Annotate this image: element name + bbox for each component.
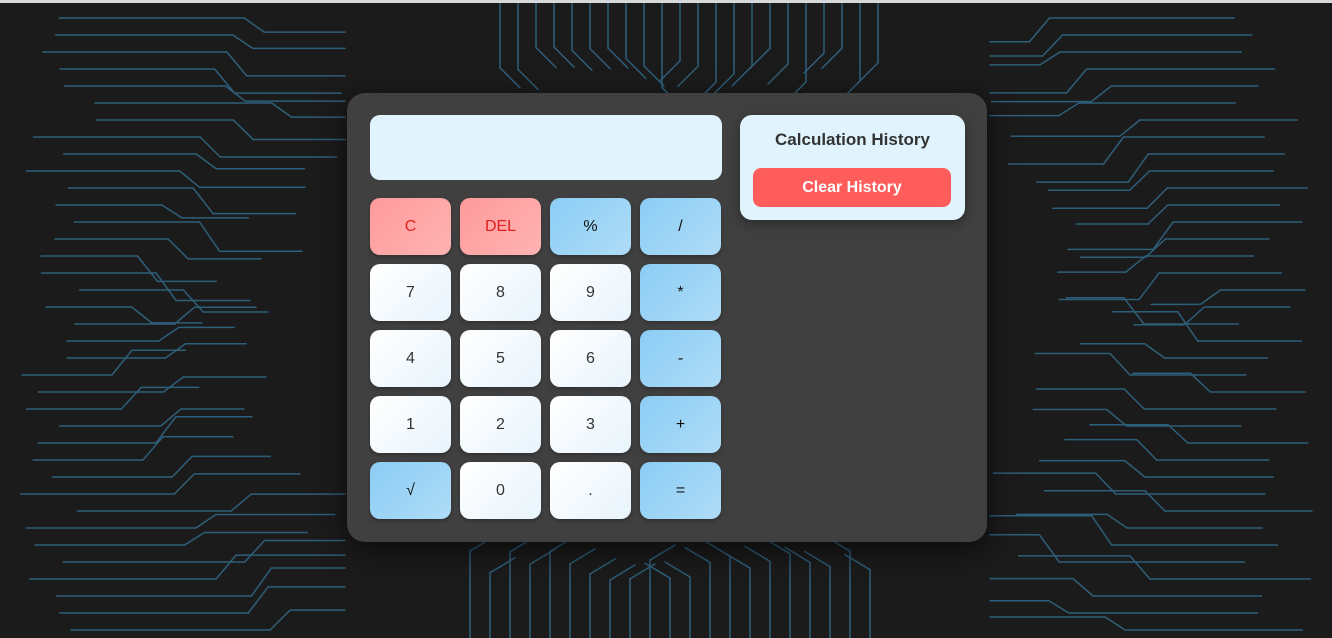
- clear-history-button[interactable]: Clear History: [753, 168, 951, 207]
- calculator: C DEL%/ 7 8 9 * 4 5 6- 1 2 3 + √ 0. = Calculation Histo…: [347, 93, 987, 542]
- history-title: Calculation History: [775, 130, 930, 149]
- multiply-button[interactable]: *: [640, 264, 721, 321]
- add-button[interactable]: +: [640, 396, 721, 453]
- digit-0-button[interactable]: 0: [460, 462, 541, 519]
- calculator-display: [370, 115, 722, 180]
- delete-button[interactable]: DEL: [460, 198, 541, 255]
- digit-1-button[interactable]: 1: [370, 396, 451, 453]
- percent-button[interactable]: %: [550, 198, 631, 255]
- digit-2-button[interactable]: 2: [460, 396, 541, 453]
- digit-7-button[interactable]: 7: [370, 264, 451, 321]
- digit-3-button[interactable]: 3: [550, 396, 631, 453]
- digit-4-button[interactable]: 4: [370, 330, 451, 387]
- decimal-point-button[interactable]: .: [550, 462, 631, 519]
- clear-button[interactable]: C: [370, 198, 451, 255]
- digit-6-button[interactable]: 6: [550, 330, 631, 387]
- equals-button[interactable]: =: [640, 462, 721, 519]
- square-root-button[interactable]: √: [370, 462, 451, 519]
- digit-5-button[interactable]: 5: [460, 330, 541, 387]
- history-panel: Calculation History Clear History: [740, 115, 965, 220]
- digit-9-button[interactable]: 9: [550, 264, 631, 321]
- subtract-button[interactable]: -: [640, 330, 721, 387]
- divide-button[interactable]: /: [640, 198, 721, 255]
- digit-8-button[interactable]: 8: [460, 264, 541, 321]
